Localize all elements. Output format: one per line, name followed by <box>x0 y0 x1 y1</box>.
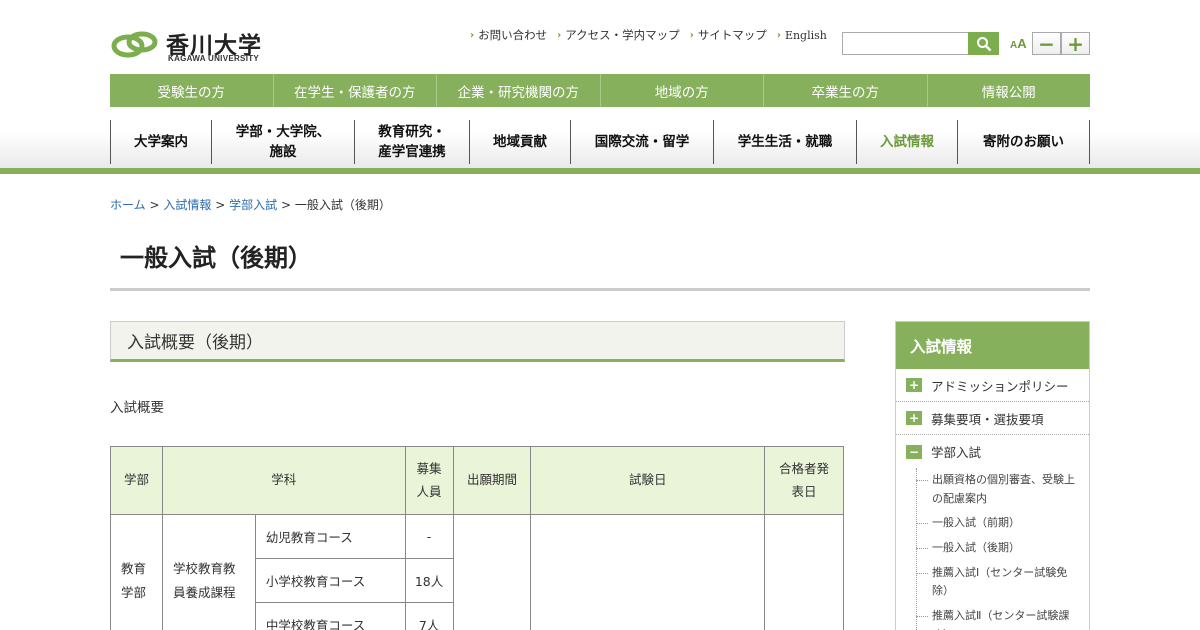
sidebar-item-label: アドミッションポリシー <box>931 378 1069 394</box>
gnav-international[interactable]: 国際交流・留学 <box>570 120 713 164</box>
audience-companies[interactable]: 企業・研究機関の方 <box>437 74 601 107</box>
gnav-regional[interactable]: 地域貢献 <box>469 120 570 164</box>
th-announcement: 合格者発 表日 <box>764 446 844 515</box>
exam-table: 学部 学科 募集 人員 出願期間 試験日 合格者発 表日 教育 学部 学校教育教 員養成… <box>110 446 844 630</box>
th-capacity: 募集 人員 <box>404 446 454 515</box>
sidebar-item-label: 学部入試 <box>931 445 982 460</box>
search-button[interactable] <box>968 32 999 55</box>
gnav-about[interactable]: 大学案内 <box>110 120 211 164</box>
table-header-row: 学部 学科 募集 人員 出願期間 試験日 合格者発 表日 <box>110 446 844 515</box>
gnav-label: 教育研究・ 産学官連携 <box>378 123 446 160</box>
th-department: 学科 <box>161 446 406 515</box>
sidebar: 入試情報 + アドミッションポリシー + 募集要項・選抜要項 − 学部入試 出願… <box>895 321 1090 630</box>
font-size-label: AA <box>1010 36 1027 51</box>
cell-capacity: 7人 <box>404 602 454 630</box>
search-input[interactable] <box>842 32 969 55</box>
breadcrumb: ホーム > 入試情報 > 学部入試 > 一般入試（後期） <box>110 196 391 213</box>
audience-community[interactable]: 地域の方 <box>601 74 764 107</box>
cell-exam-date <box>530 514 766 630</box>
gnav-student-life[interactable]: 学生生活・就職 <box>713 120 856 164</box>
breadcrumb-separator: > <box>149 198 160 212</box>
chevron-right-icon: › <box>557 29 562 41</box>
chevron-right-icon: › <box>470 29 475 41</box>
chevron-right-icon: › <box>689 29 694 41</box>
cell-course: 小学校教育コース <box>254 558 406 603</box>
breadcrumb-separator: > <box>215 198 226 212</box>
utility-links: › お問い合わせ › アクセス・学内マップ › サイトマップ › English <box>470 27 827 43</box>
global-nav-underline <box>0 168 1200 174</box>
sidebar-item-guidelines[interactable]: + 募集要項・選抜要項 <box>896 402 1089 435</box>
audience-nav: 受験生の方 在学生・保護者の方 企業・研究機関の方 地域の方 卒業生の方 情報公… <box>110 74 1090 107</box>
breadcrumb-admissions[interactable]: 入試情報 <box>163 198 211 212</box>
util-link-label: アクセス・学内マップ <box>565 28 680 42</box>
sidebar-item-admission-policy[interactable]: + アドミッションポリシー <box>896 369 1089 402</box>
sidebar-title[interactable]: 入試情報 <box>896 322 1089 369</box>
audience-disclosure[interactable]: 情報公開 <box>928 74 1091 107</box>
th-faculty: 学部 <box>110 446 163 515</box>
cell-capacity: 18人 <box>404 558 454 603</box>
university-logo[interactable]: 香川大学 KAGAWA UNIVERSITY <box>110 26 270 66</box>
sidebar-subitem-special-review[interactable]: 出願資格の個別審査、受験上の配慮案内 <box>916 468 1079 511</box>
util-link-sitemap[interactable]: › サイトマップ <box>690 27 767 43</box>
font-decrease-button[interactable]: − <box>1032 32 1061 56</box>
sidebar-subitems: 出願資格の個別審査、受験上の配慮案内 一般入試（前期） 一般入試（後期） 推薦入… <box>896 468 1089 630</box>
sidebar-subitem-general-first[interactable]: 一般入試（前期） <box>916 511 1079 536</box>
cell-faculty: 教育 学部 <box>110 514 163 630</box>
plus-icon[interactable]: + <box>906 378 922 392</box>
th-exam-date: 試験日 <box>530 446 766 515</box>
sidebar-item-undergrad-exams[interactable]: − 学部入試 <box>896 435 1089 468</box>
gnav-faculties[interactable]: 学部・大学院、 施設 <box>211 120 354 164</box>
gnav-admissions[interactable]: 入試情報 <box>856 120 957 164</box>
cell-department: 学校教育教 員養成課程 <box>161 514 256 630</box>
util-link-access[interactable]: › アクセス・学内マップ <box>557 27 680 43</box>
search-icon <box>976 36 991 51</box>
util-link-label: サイトマップ <box>697 28 767 42</box>
sidebar-subitem-recommend-2[interactable]: 推薦入試Ⅱ（センター試験課す） <box>916 604 1079 630</box>
font-increase-button[interactable]: + <box>1061 32 1090 56</box>
cell-course: 中学校教育コース <box>254 602 406 630</box>
breadcrumb-current: 一般入試（後期） <box>294 198 391 212</box>
table-row: 教育 学部 学校教育教 員養成課程 幼児教育コース - <box>110 514 844 630</box>
audience-students[interactable]: 在学生・保護者の方 <box>274 74 437 107</box>
util-link-label: お問い合わせ <box>478 28 548 42</box>
minus-icon[interactable]: − <box>906 444 922 459</box>
section-heading: 入試概要（後期） <box>110 321 845 362</box>
cell-announcement <box>764 514 844 630</box>
gnav-research[interactable]: 教育研究・ 産学官連携 <box>354 120 469 164</box>
breadcrumb-undergrad[interactable]: 学部入試 <box>229 198 277 212</box>
page-title: 一般入試（後期） <box>120 244 312 272</box>
gnav-label: 学部・大学院、 施設 <box>235 123 331 160</box>
global-nav: 大学案内 学部・大学院、 施設 教育研究・ 産学官連携 地域貢献 国際交流・留学 学… <box>110 120 1090 164</box>
th-application-period: 出願期間 <box>452 446 532 515</box>
audience-prospective[interactable]: 受験生の方 <box>110 74 274 107</box>
breadcrumb-home[interactable]: ホーム <box>110 198 146 212</box>
sidebar-subitem-recommend-1[interactable]: 推薦入試Ⅰ（センター試験免除） <box>916 561 1079 604</box>
chevron-right-icon: › <box>776 29 781 41</box>
audience-alumni[interactable]: 卒業生の方 <box>764 74 928 107</box>
sidebar-subitem-general-second[interactable]: 一般入試（後期） <box>916 536 1079 561</box>
breadcrumb-separator: > <box>280 198 291 212</box>
logo-subtext: KAGAWA UNIVERSITY <box>168 54 260 63</box>
title-divider <box>110 288 1090 291</box>
util-link-english[interactable]: › English <box>777 27 827 43</box>
plus-icon[interactable]: + <box>906 411 922 425</box>
sidebar-item-label: 募集要項・選抜要項 <box>931 411 1044 427</box>
cell-capacity: - <box>404 514 454 559</box>
subsection-label: 入試概要 <box>110 400 164 416</box>
util-link-label: English <box>784 28 827 42</box>
util-link-contact[interactable]: › お問い合わせ <box>470 27 547 43</box>
cell-course: 幼児教育コース <box>254 514 406 559</box>
gnav-donation[interactable]: 寄附のお願い <box>957 120 1090 164</box>
cell-application-period <box>452 514 532 630</box>
logo-mark-icon <box>111 31 158 58</box>
